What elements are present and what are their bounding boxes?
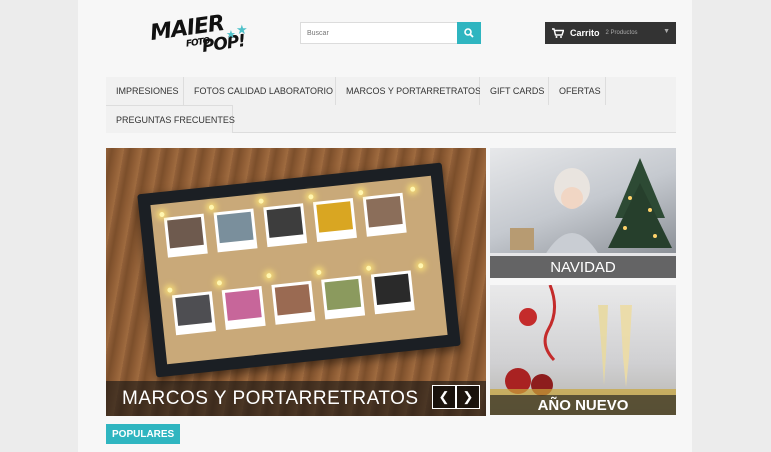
fairy-light	[358, 189, 364, 196]
chevron-right-icon: ❯	[462, 389, 474, 404]
nav-item-impresiones[interactable]: IMPRESIONES	[106, 77, 184, 105]
banner-ano-nuevo[interactable]: AÑO NUEVO	[490, 285, 676, 415]
photo-frame-image	[137, 162, 461, 378]
polaroid-photo	[321, 275, 366, 320]
fairy-light	[266, 272, 272, 279]
site-logo[interactable]: MAIER FOTO POP! ★ ★	[149, 6, 250, 60]
cart-label: Carrito	[570, 28, 600, 38]
slider-caption[interactable]: MARCOS Y PORTARRETRATOS	[122, 388, 419, 410]
slider-arrows: ❮ ❯	[432, 385, 480, 409]
caret-down-icon: ▼	[663, 28, 670, 35]
banner-navidad[interactable]: NAVIDAD	[490, 148, 676, 278]
search-button[interactable]	[457, 22, 481, 44]
polaroid-photo	[163, 213, 208, 258]
nav-item-ofertas[interactable]: OFERTAS	[549, 77, 606, 105]
cart-button[interactable]: Carrito 2 Productos ▼	[545, 22, 676, 44]
nav-item-gift-cards[interactable]: GIFT CARDS	[480, 77, 549, 105]
polaroid-photo	[362, 192, 407, 237]
polaroid-photo	[263, 203, 308, 248]
populares-tab[interactable]: POPULARES	[106, 424, 181, 444]
polaroid-photo	[213, 208, 258, 253]
fairy-light	[316, 269, 322, 276]
main-slider[interactable]: MARCOS Y PORTARRETRATOS ❮ ❯	[106, 148, 486, 416]
fairy-light	[258, 198, 264, 204]
polaroid-photo	[221, 286, 266, 330]
fairy-light	[308, 194, 314, 200]
search-icon	[464, 28, 474, 38]
fairy-light	[216, 280, 223, 286]
main-nav: IMPRESIONES FOTOS CALIDAD LABORATORIO MA…	[106, 77, 676, 133]
fairy-light	[208, 204, 215, 211]
fairy-light	[417, 263, 424, 269]
star-icon: ★	[236, 22, 248, 37]
polaroid-photo	[271, 280, 316, 325]
chevron-left-icon: ❮	[438, 389, 450, 404]
shopping-cart-icon	[552, 28, 564, 38]
banner-ano-nuevo-caption: AÑO NUEVO	[490, 395, 676, 415]
fairy-light	[159, 211, 165, 218]
banner-navidad-caption: NAVIDAD	[490, 256, 676, 278]
fairy-light	[167, 287, 173, 293]
star-icon: ★	[226, 29, 236, 41]
slider-prev-button[interactable]: ❮	[432, 385, 456, 409]
cart-count: 2 Productos	[605, 30, 638, 36]
slider-caption-bar: MARCOS Y PORTARRETRATOS ❮ ❯	[106, 381, 486, 416]
slider-next-button[interactable]: ❯	[456, 385, 480, 409]
nav-item-fotos-calidad-laboratorio[interactable]: FOTOS CALIDAD LABORATORIO	[184, 77, 336, 105]
nav-item-preguntas-frecuentes[interactable]: PREGUNTAS FRECUENTES	[106, 105, 235, 133]
polaroid-photo	[370, 270, 415, 315]
polaroid-photo	[171, 291, 216, 336]
fairy-light	[365, 265, 372, 271]
fairy-light	[409, 186, 416, 192]
search-input[interactable]	[300, 22, 458, 44]
nav-item-marcos-portarretratos[interactable]: MARCOS Y PORTARRETRATOS	[336, 77, 481, 105]
polaroid-photo	[312, 197, 357, 242]
